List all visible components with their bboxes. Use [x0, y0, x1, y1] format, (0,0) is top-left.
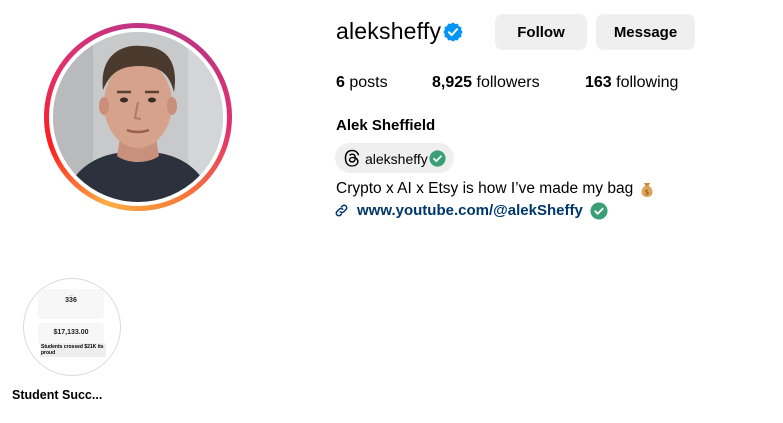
followers-label: followers — [476, 74, 540, 91]
following-label: following — [616, 74, 679, 91]
avatar-photo — [53, 32, 223, 202]
link-icon — [335, 204, 348, 217]
threads-handle: aleksheffy — [365, 151, 428, 167]
threads-icon — [344, 149, 360, 167]
posts-label: posts — [349, 74, 388, 91]
following-count: 163 — [585, 74, 612, 91]
highlight-preview-card: $17,133.00 — [38, 323, 104, 345]
avatar[interactable] — [53, 32, 223, 202]
posts-count: 6 — [336, 74, 345, 91]
stat-posts: 6 posts — [336, 74, 388, 92]
follow-button[interactable]: Follow — [495, 14, 587, 50]
highlight-preview-amount: $17,133.00 — [53, 329, 89, 336]
profile-avatar-ring[interactable] — [44, 23, 232, 211]
message-button[interactable]: Message — [596, 14, 695, 50]
check-badge-icon — [429, 150, 446, 167]
money-bag-icon: $ — [641, 183, 653, 197]
stat-following[interactable]: 163 following — [585, 74, 678, 92]
profile-username: aleksheffy — [336, 18, 442, 44]
highlight-preview-caption: Students crossed $21K its proud — [40, 343, 106, 357]
stat-followers[interactable]: 8,925 followers — [432, 74, 540, 92]
threads-badge-link[interactable]: aleksheffy — [335, 143, 454, 173]
svg-text:$: $ — [645, 189, 649, 197]
avatar-border — [49, 28, 227, 206]
profile-bio: Crypto x AI x Etsy is how I’ve made my b… — [336, 180, 634, 197]
bio-external-link[interactable]: www.youtube.com/@alekSheffy — [357, 202, 583, 219]
verified-badge-icon — [443, 22, 463, 42]
highlight-preview-number: 336 — [65, 297, 77, 304]
link-verified-icon — [590, 202, 608, 220]
story-highlight-thumbnail[interactable]: — 336 $17,133.00 Students crossed $21K i… — [23, 278, 121, 376]
profile-full-name: Alek Sheffield — [336, 117, 436, 134]
highlight-preview-card: — 336 — [38, 289, 104, 319]
story-highlight-label[interactable]: Student Succ... — [12, 388, 132, 402]
followers-count: 8,925 — [432, 74, 473, 91]
